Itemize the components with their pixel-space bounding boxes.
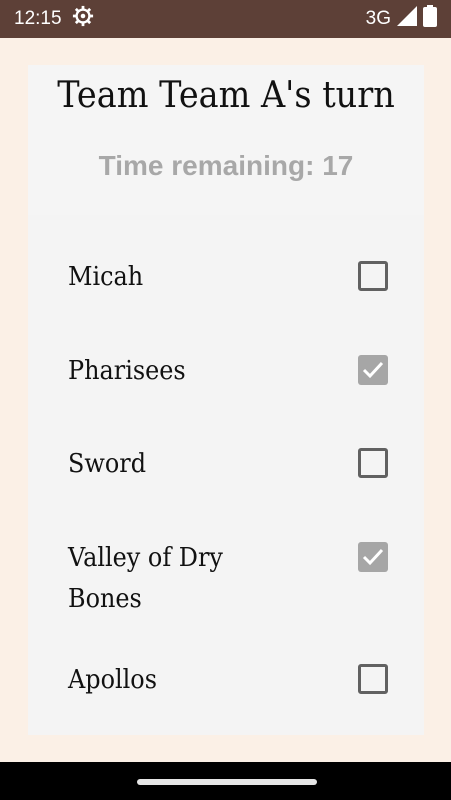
navigation-bar — [0, 762, 451, 800]
timer-text: Time remaining: 17 — [98, 150, 354, 181]
word-checkbox[interactable] — [358, 664, 388, 694]
list-item[interactable]: Pharisees — [68, 351, 388, 392]
status-left: 12:15 — [14, 5, 94, 33]
word-label: Micah — [68, 262, 144, 292]
network-type: 3G — [365, 8, 391, 29]
battery-icon — [423, 5, 437, 33]
list-item[interactable]: Sword — [68, 444, 388, 485]
status-right: 3G — [366, 5, 437, 33]
list-item[interactable]: Micah — [68, 257, 388, 298]
word-checkbox-checked[interactable] — [358, 355, 388, 385]
word-checkbox[interactable] — [358, 448, 388, 478]
gear-icon — [72, 5, 94, 33]
word-label: Sword — [68, 449, 147, 479]
turn-title: Team Team A's turn — [57, 75, 395, 116]
game-card: Team Team A's turn Time remaining: 17 Mi… — [28, 65, 424, 735]
checkmark-icon — [362, 548, 384, 566]
word-label: Valley of Dry Bones — [68, 543, 223, 614]
word-label: Pharisees — [68, 356, 186, 386]
list-item[interactable]: Valley of Dry Bones — [68, 538, 388, 620]
list-item[interactable]: Apollos — [68, 660, 388, 701]
signal-icon — [397, 6, 417, 32]
word-checkbox[interactable] — [358, 261, 388, 291]
status-bar: 12:15 3G — [0, 0, 451, 38]
checkmark-icon — [362, 361, 384, 379]
word-list: Micah Pharisees Sword Valley of Dry Bone… — [28, 215, 424, 735]
word-checkbox-checked[interactable] — [358, 542, 388, 572]
word-label: Apollos — [68, 665, 157, 695]
home-gesture-handle[interactable] — [137, 779, 317, 785]
status-time: 12:15 — [14, 8, 62, 29]
